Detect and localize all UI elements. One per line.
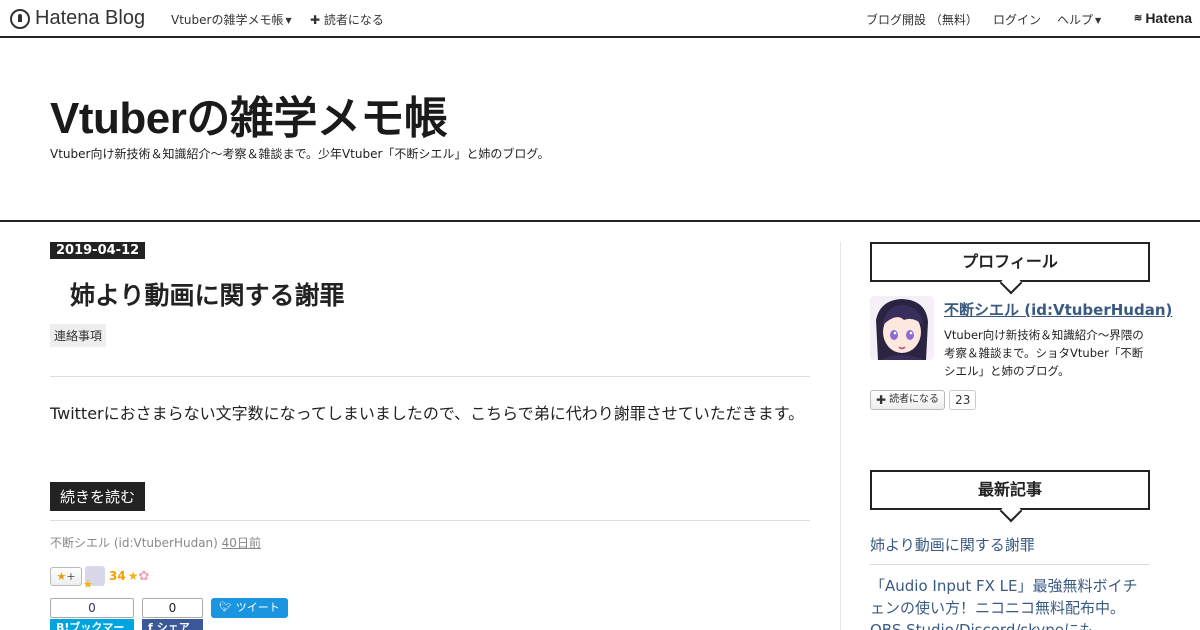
hatena-bookmark-widget[interactable]: 0 B!ブックマーク bbox=[50, 598, 134, 630]
share-buttons: 0 B!ブックマーク 0 fシェア 🐦︎ ツイート bbox=[50, 598, 288, 630]
hatena-blog-logo[interactable]: Hatena Blog bbox=[10, 7, 145, 30]
sidebar: プロフィール 不断シエル (id:VtuberHudan) Vtuber向け新技… bbox=[870, 242, 1172, 630]
blog-header: Vtuberの雑学メモ帳 Vtuber向け新技術＆知識紹介～考察＆雑談まで。少年… bbox=[0, 38, 1200, 222]
category-tag[interactable]: 連絡事項 bbox=[50, 324, 107, 347]
author-name[interactable]: 不断シエル (id:VtuberHudan) bbox=[50, 536, 218, 550]
tweet-button[interactable]: 🐦︎ ツイート bbox=[211, 598, 288, 618]
bookmark-count: 0 bbox=[50, 598, 134, 618]
twitter-bird-icon: 🐦︎ bbox=[219, 602, 232, 613]
open-blog-link[interactable]: ブログ開設 （無料） bbox=[866, 11, 978, 28]
pink-star-icon: ✿ bbox=[138, 568, 150, 584]
profile-module-title: プロフィール bbox=[870, 242, 1150, 282]
recent-module-title: 最新記事 bbox=[870, 470, 1150, 510]
plus-icon: ✚ bbox=[310, 13, 321, 27]
profile-name-link[interactable]: 不断シエル (id:VtuberHudan) bbox=[944, 299, 1172, 320]
facebook-share-button[interactable]: f シェア bbox=[142, 619, 203, 630]
login-link[interactable]: ログイン bbox=[993, 11, 1041, 28]
entry-footer: 不断シエル (id:VtuberHudan) 40日前 bbox=[50, 534, 261, 551]
subscribe-label: 読者になる bbox=[323, 13, 384, 27]
sidebar-subscribe-button[interactable]: ✚ 読者になる bbox=[870, 390, 946, 410]
profile-avatar[interactable] bbox=[870, 296, 934, 360]
blog-title[interactable]: Vtuberの雑学メモ帳 bbox=[50, 82, 448, 146]
recent-entry-link[interactable]: 「Audio Input FX LE」最強無料ボイチェンの使い方！ニコニコ無料配… bbox=[870, 573, 1150, 630]
colored-star-icon[interactable]: ★✿ bbox=[128, 569, 150, 584]
brand-label: Hatena Blog bbox=[35, 7, 146, 29]
star-icon: ★ bbox=[56, 569, 67, 583]
tweet-label: ツイート bbox=[235, 601, 280, 614]
hatena-blog-icon bbox=[10, 8, 30, 29]
entry-body: Twitterにおさまらない文字数になってしまいましたので、こちらで弟に代わり謝… bbox=[50, 404, 805, 423]
facebook-count: 0 bbox=[142, 598, 203, 618]
help-label: ヘルプ bbox=[1057, 13, 1094, 27]
profile-description: Vtuber向け新技術＆知識紹介～界隈の考察＆雑談まで。ショタVtuber「不断… bbox=[944, 328, 1144, 378]
hatena-mark-icon: ≋ bbox=[1133, 12, 1143, 24]
entry-title[interactable]: 姉より動画に関する謝罪 bbox=[70, 276, 345, 312]
facebook-icon: f bbox=[148, 621, 153, 630]
sidebar-separator bbox=[840, 242, 841, 630]
blog-menu-label: Vtuberの雑学メモ帳 bbox=[171, 13, 284, 27]
star-row: ★+ 34 ★✿ bbox=[50, 566, 150, 591]
blog-menu-dropdown[interactable]: Vtuberの雑学メモ帳 ▼ bbox=[171, 11, 292, 28]
plus-icon: ✚ bbox=[876, 393, 887, 407]
recent-entry-link[interactable]: 姉より動画に関する謝罪 bbox=[870, 532, 1150, 565]
caret-down-icon: ▼ bbox=[285, 16, 292, 25]
hatena-label: Hatena bbox=[1145, 10, 1192, 26]
star-user-avatar[interactable] bbox=[83, 566, 105, 591]
footer-divider bbox=[50, 520, 810, 521]
subscribe-row: ✚ 読者になる 23 bbox=[870, 390, 977, 410]
recent-entries-list: 姉より動画に関する謝罪 「Audio Input FX LE」最強無料ボイチェン… bbox=[870, 532, 1150, 630]
subscribe-link[interactable]: ✚ 読者になる bbox=[310, 11, 384, 28]
hatena-logo[interactable]: ≋ Hatena bbox=[1134, 10, 1192, 26]
facebook-share-widget[interactable]: 0 f シェア bbox=[142, 598, 203, 630]
add-star-label: + bbox=[66, 569, 76, 583]
help-dropdown[interactable]: ヘルプ ▼ bbox=[1057, 11, 1101, 28]
entry-time-link[interactable]: 40日前 bbox=[222, 536, 261, 550]
sidebar-subscribe-label: 読者になる bbox=[889, 394, 940, 405]
entry-divider bbox=[50, 376, 810, 377]
bookmark-button[interactable]: B!ブックマーク bbox=[50, 619, 134, 630]
facebook-share-label: シェア bbox=[156, 621, 190, 630]
add-star-button[interactable]: ★ + bbox=[50, 566, 82, 586]
blog-description: Vtuber向け新技術＆知識紹介～考察＆雑談まで。少年Vtuber「不断シエル」… bbox=[50, 147, 550, 161]
subscriber-count[interactable]: 23 bbox=[949, 390, 977, 410]
read-more-button[interactable]: 続きを読む bbox=[50, 482, 146, 511]
caret-down-icon: ▼ bbox=[1095, 16, 1102, 25]
star-count[interactable]: 34 bbox=[109, 569, 126, 583]
entry-date[interactable]: 2019-04-12 bbox=[50, 242, 146, 259]
global-header: Hatena Blog Vtuberの雑学メモ帳 ▼ ✚ 読者になる ブログ開設 … bbox=[0, 0, 1200, 38]
